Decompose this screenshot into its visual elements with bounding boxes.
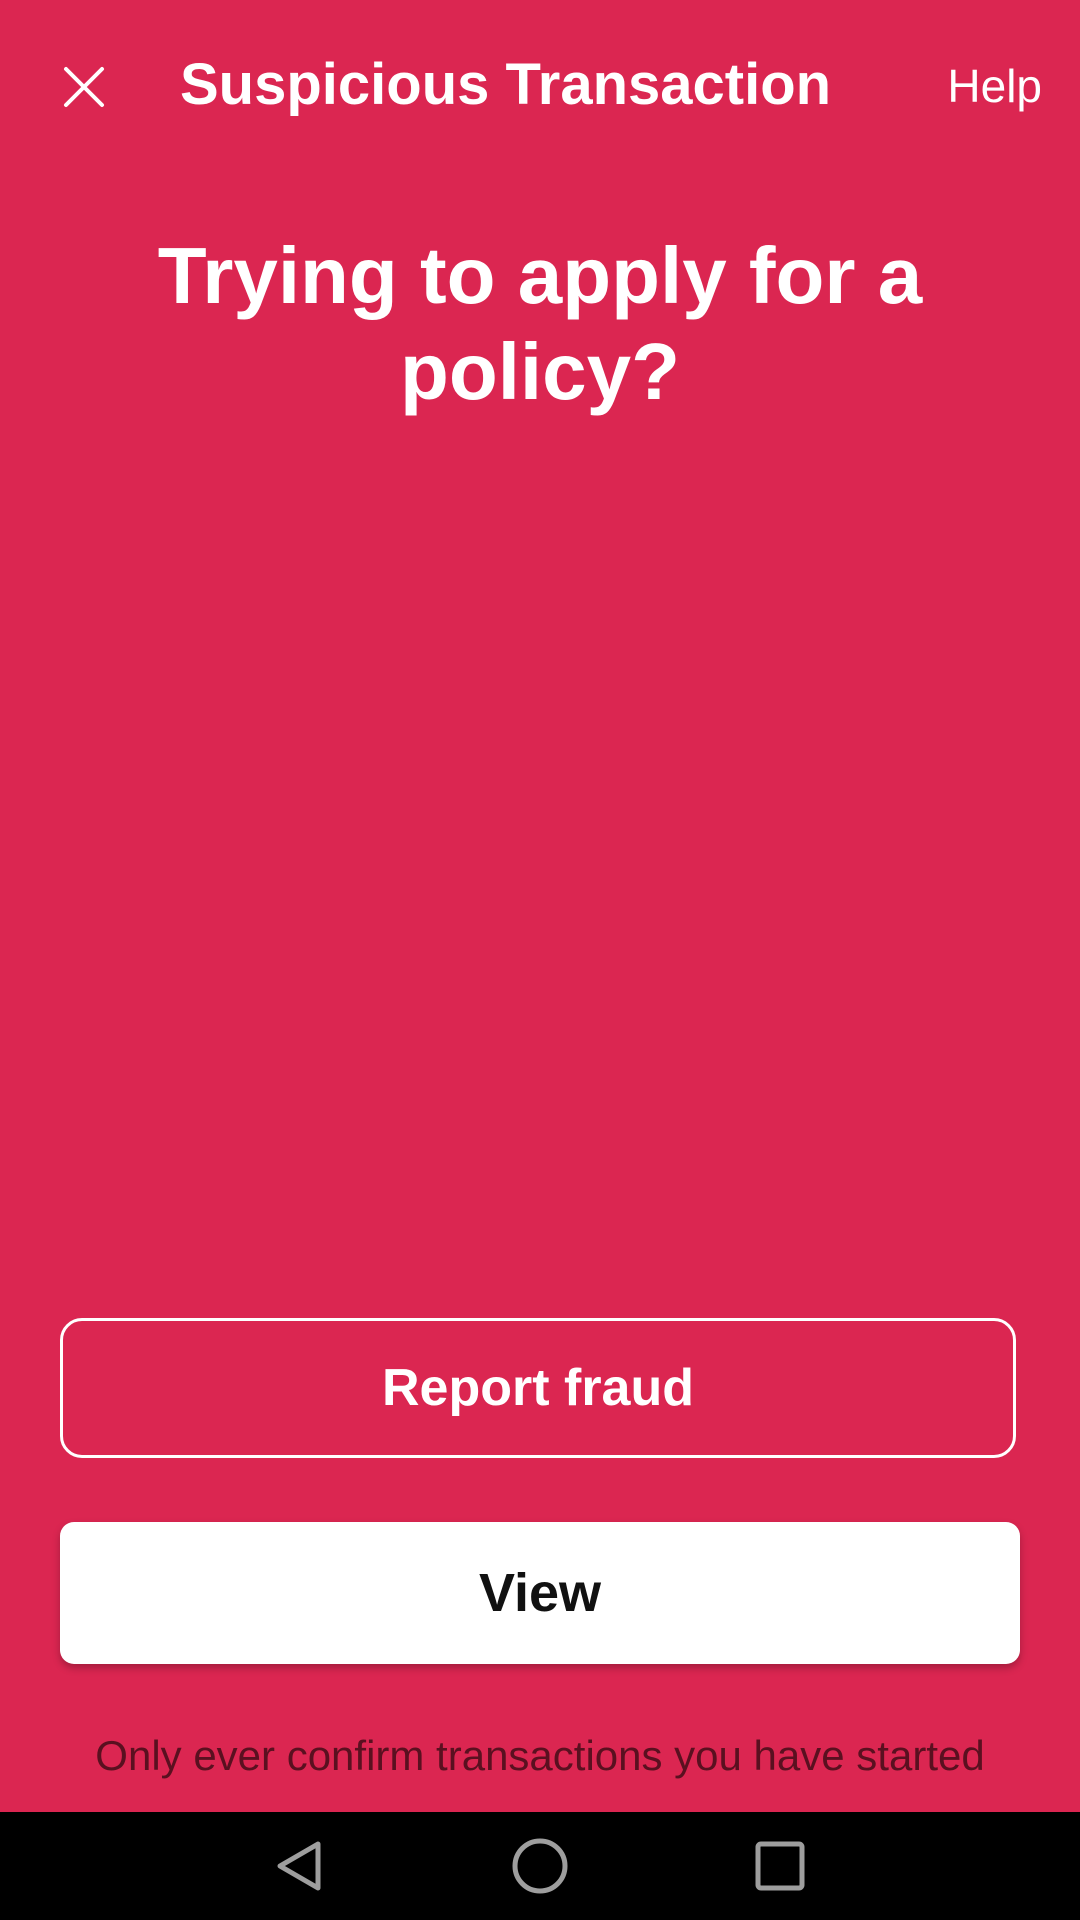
page-title: Suspicious Transaction xyxy=(180,52,832,117)
recents-square-icon xyxy=(748,1834,812,1903)
back-triangle-icon xyxy=(268,1834,332,1903)
view-button[interactable]: View xyxy=(60,1522,1020,1664)
app-header: Suspicious Transaction Help xyxy=(0,0,1080,170)
nav-home-button[interactable] xyxy=(504,1832,576,1904)
help-link[interactable]: Help xyxy=(947,56,1042,116)
headline: Trying to apply for a policy? xyxy=(157,231,923,416)
nav-back-button[interactable] xyxy=(264,1832,336,1904)
footer-note: Only ever confirm transactions you have … xyxy=(95,1732,985,1779)
suspicious-transaction-screen: Suspicious Transaction Help Trying to ap… xyxy=(0,0,1080,1920)
system-nav-bar xyxy=(0,1812,1080,1920)
nav-recents-button[interactable] xyxy=(744,1832,816,1904)
close-icon xyxy=(60,63,108,116)
report-fraud-button[interactable]: Report fraud xyxy=(60,1318,1016,1458)
home-circle-icon xyxy=(508,1834,572,1903)
close-button[interactable] xyxy=(40,45,128,133)
